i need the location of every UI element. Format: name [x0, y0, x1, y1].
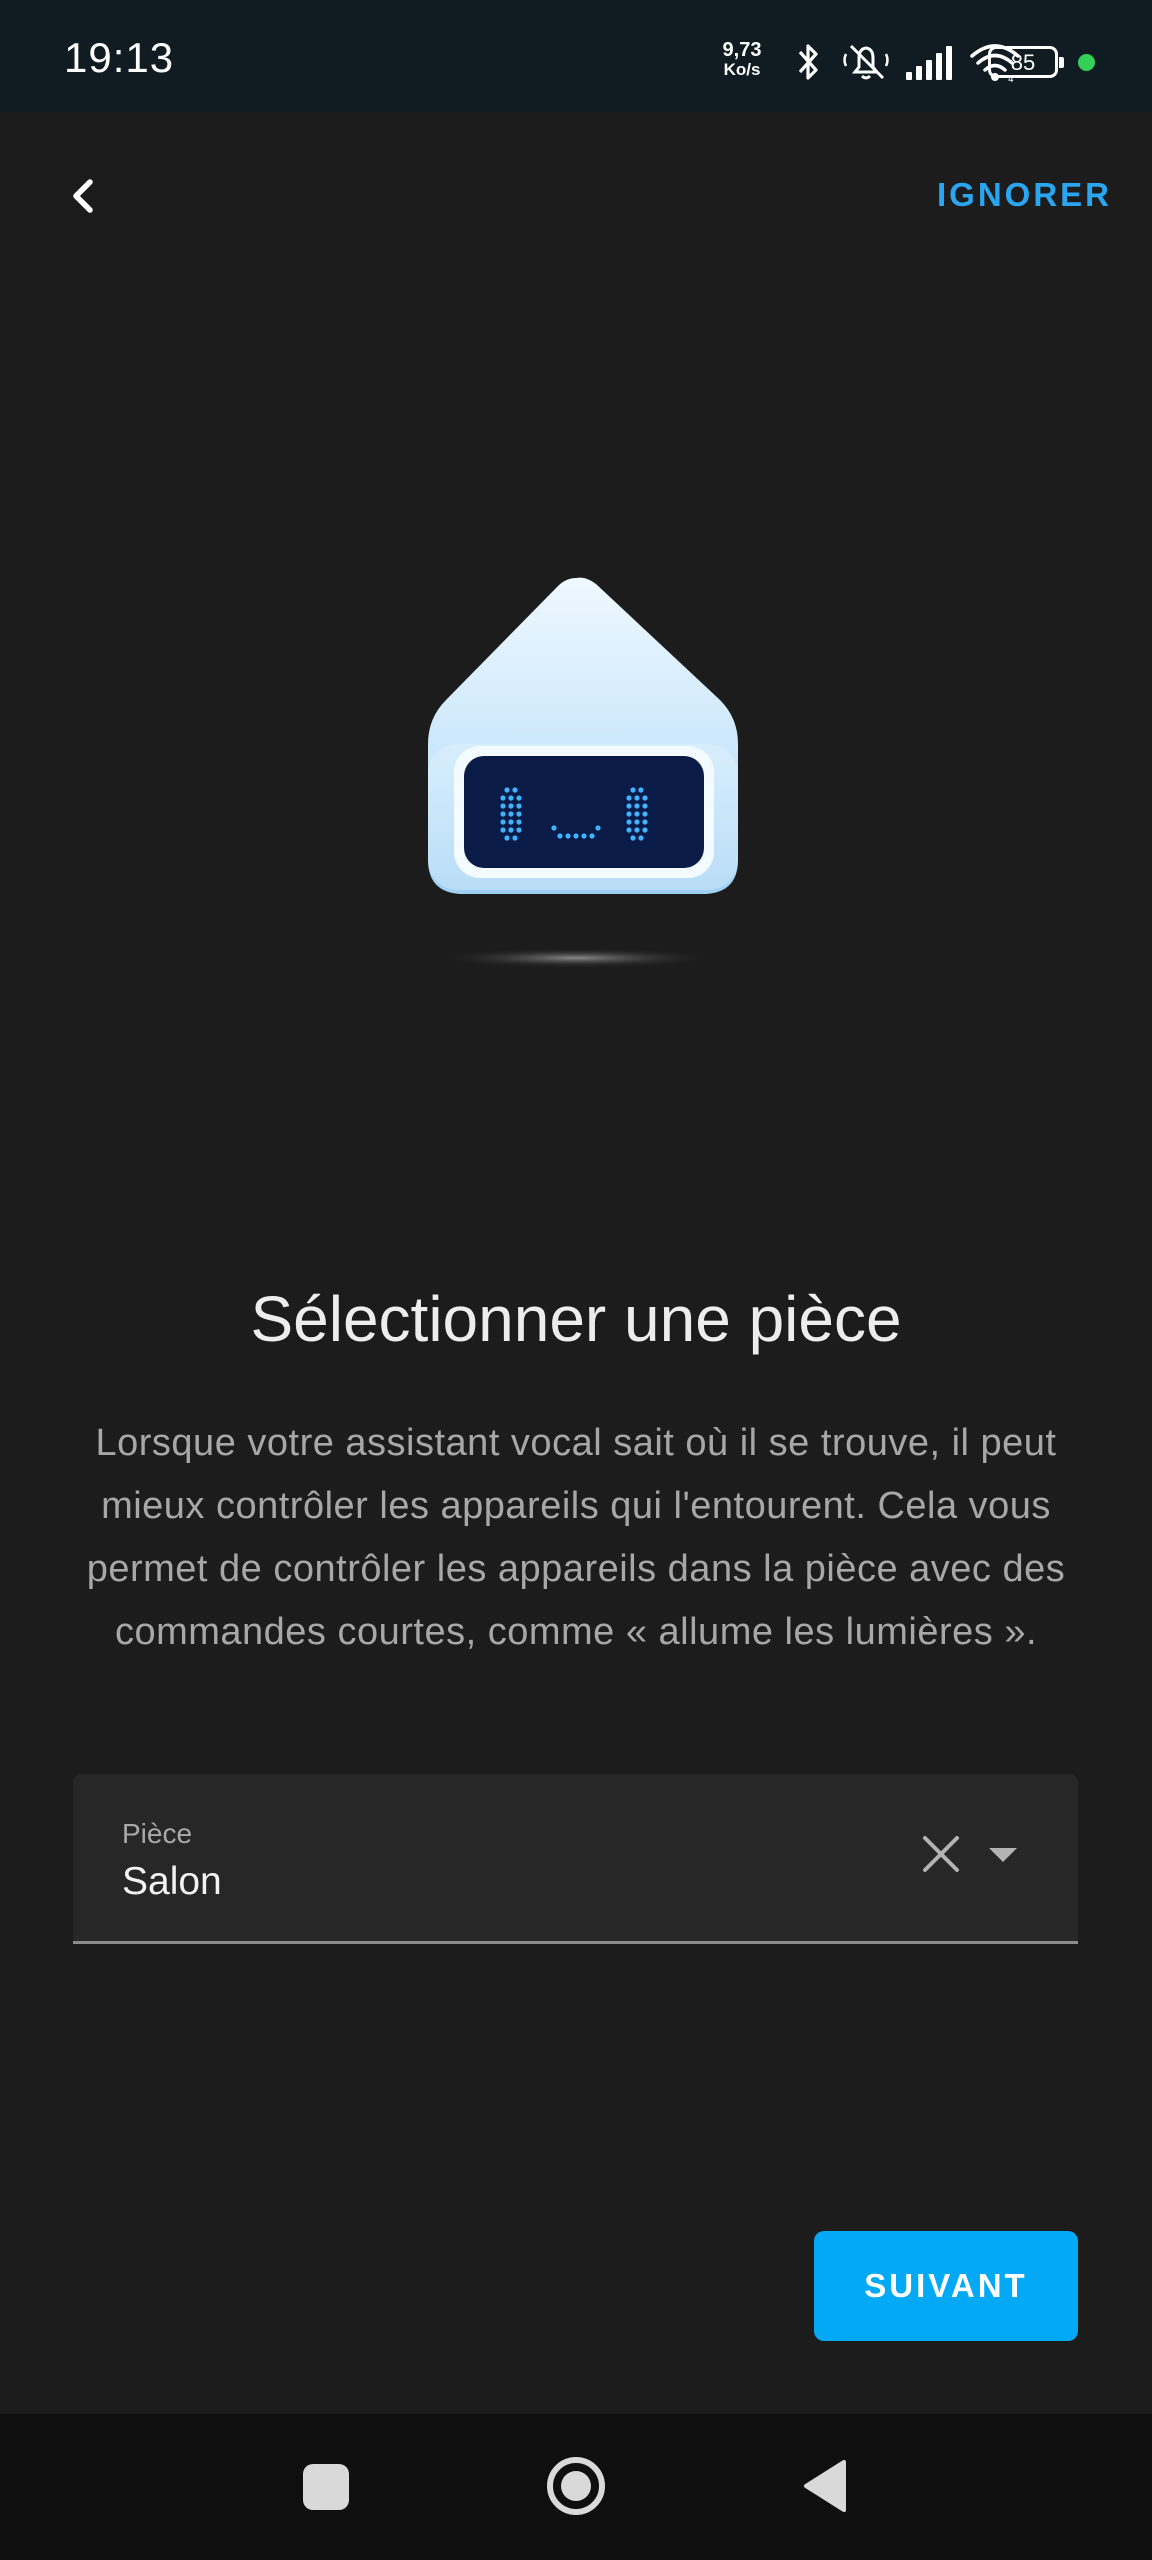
clear-selection-button[interactable]	[911, 1824, 971, 1884]
back-triangle-icon[interactable]	[800, 2458, 848, 2514]
voice-assistant-robot-illustration	[390, 560, 770, 980]
battery-icon: 85	[988, 46, 1064, 78]
muted-bell-icon	[843, 44, 889, 80]
close-icon	[923, 1836, 959, 1872]
status-bar: 19:13 9,73 Ko/s 4 85	[0, 0, 1152, 112]
status-icons: 9,73 Ko/s 4 85	[652, 0, 1152, 112]
recents-square-icon[interactable]	[303, 2464, 349, 2510]
network-speed: 9,73 Ko/s	[712, 40, 772, 80]
home-circle-icon[interactable]	[544, 2454, 608, 2518]
privacy-dot-icon	[1078, 54, 1095, 71]
caret-down-icon	[989, 1848, 1017, 1862]
network-speed-value: 9,73	[722, 39, 762, 61]
chevron-left-icon	[73, 179, 93, 213]
bluetooth-icon	[798, 44, 818, 80]
room-select-value[interactable]: Salon	[122, 1860, 222, 1904]
room-select-field[interactable]: Pièce Salon	[73, 1774, 1078, 1944]
status-time: 19:13	[64, 34, 175, 81]
room-select-label: Pièce	[122, 1818, 193, 1849]
page-description: Lorsque votre assistant vocal sait où il…	[86, 1422, 1066, 1653]
system-nav-bar	[0, 2414, 1152, 2560]
room-dropdown-button[interactable]	[973, 1824, 1033, 1884]
signal-icon	[906, 46, 952, 80]
back-button[interactable]	[52, 162, 120, 230]
skip-button[interactable]: IGNORER	[937, 176, 1112, 214]
page-title: Sélectionner une pièce	[250, 1283, 902, 1355]
next-button[interactable]: SUIVANT	[814, 2231, 1078, 2341]
network-speed-unit: Ko/s	[723, 60, 761, 79]
